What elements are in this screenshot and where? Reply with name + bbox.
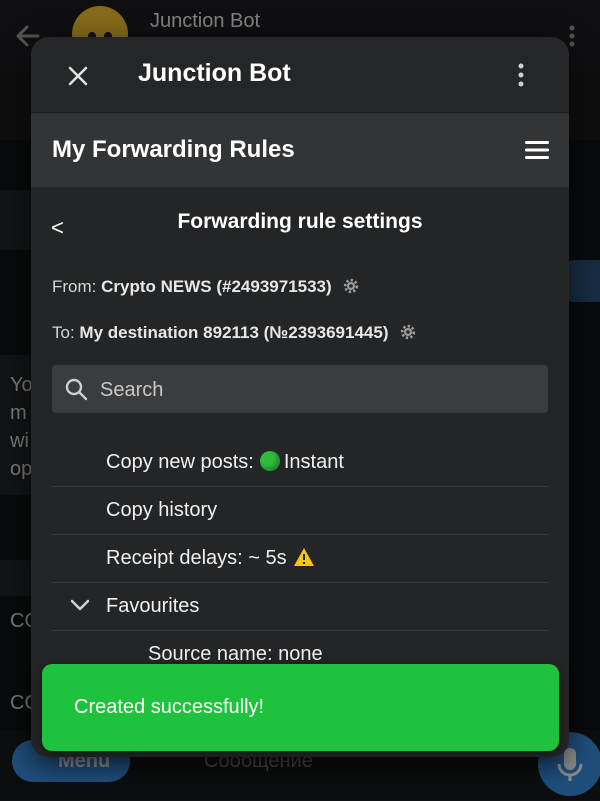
- destination-channel-name: My destination 892113 (№2393691445): [79, 323, 389, 342]
- source-name-label: Source name: none: [148, 643, 323, 665]
- section-title: My Forwarding Rules: [52, 136, 295, 163]
- status-green-dot-icon: [259, 451, 280, 471]
- hamburger-menu-icon[interactable]: [525, 139, 549, 161]
- search-icon: [65, 378, 88, 401]
- row-label: Copy new posts: Instant: [106, 451, 344, 474]
- search-box: [52, 365, 548, 415]
- to-label: To:: [52, 323, 75, 342]
- favourites-label: Favourites: [106, 595, 200, 617]
- gear-icon[interactable]: [399, 323, 417, 341]
- copy-new-posts-label: Copy new posts:: [106, 451, 254, 473]
- modal-more-button[interactable]: [509, 59, 533, 91]
- source-channel-name: Crypto NEWS (#2493971533): [101, 277, 332, 296]
- receipt-delays-label: Receipt delays: ~ 5s: [106, 547, 287, 569]
- receipt-delays-row[interactable]: Receipt delays: ~ 5s: [52, 535, 548, 583]
- copy-history-row[interactable]: Copy history: [52, 487, 548, 535]
- copy-new-posts-status: Instant: [283, 451, 344, 473]
- close-button[interactable]: [61, 59, 95, 93]
- chevron-down-icon[interactable]: [70, 597, 90, 613]
- close-icon: [68, 66, 88, 86]
- webapp-modal: Junction Bot My Forwarding Rules Forward…: [31, 37, 569, 757]
- modal-header: Junction Bot: [31, 37, 569, 113]
- gear-icon[interactable]: [342, 277, 360, 295]
- from-label: From:: [52, 277, 97, 296]
- copy-history-label: Copy history: [106, 499, 218, 521]
- page-heading: Forwarding rule settings: [177, 210, 423, 233]
- source-line: From: Crypto NEWS (#2493971533): [52, 277, 360, 297]
- success-toast[interactable]: Created successfully!: [42, 664, 559, 751]
- back-button[interactable]: <: [51, 215, 64, 241]
- row-label: Receipt delays: ~ 5s: [106, 547, 315, 570]
- favourites-row[interactable]: Favourites: [52, 583, 548, 631]
- destination-line: To: My destination 892113 (№2393691445): [52, 323, 417, 343]
- search-input[interactable]: [98, 365, 542, 415]
- section-header: My Forwarding Rules: [31, 113, 569, 187]
- copy-new-posts-row[interactable]: Copy new posts: Instant: [52, 439, 548, 487]
- settings-list: Copy new posts: Instant Copy history Rece…: [52, 439, 548, 678]
- more-vertical-icon: [518, 63, 524, 87]
- modal-title: Junction Bot: [138, 59, 291, 87]
- warning-icon: [293, 548, 314, 566]
